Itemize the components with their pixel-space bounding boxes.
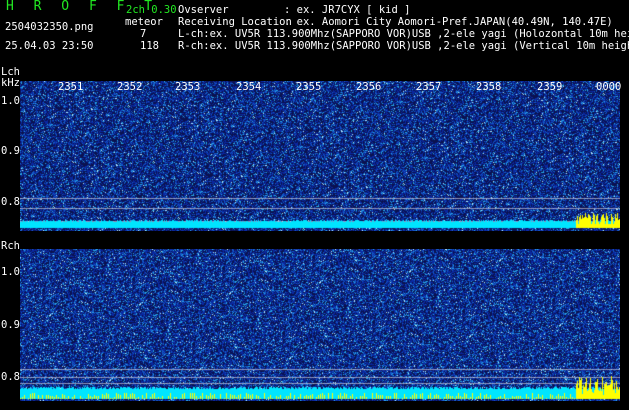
time-tick: 2351: [58, 81, 84, 93]
time-tick: 0000: [596, 81, 622, 93]
location-value: : ex. Aomori City Aomori-Pref.JAPAN(40.4…: [284, 16, 613, 28]
rch-description: R-ch:ex. UV5R 113.900Mhz(SAPPORO VOR)USB…: [178, 40, 629, 52]
rch-ytick-0-9: 0.9: [1, 319, 20, 331]
location-label: Receiving Location: [178, 16, 292, 28]
time-tick: 2352: [117, 81, 143, 93]
observer-value: : ex. JR7CYX [ kid ]: [284, 4, 411, 16]
rch-ytick-0-8: 0.8: [1, 371, 20, 383]
meteor-count-rch: 118: [140, 40, 159, 52]
meteor-count-lch: 7: [140, 28, 147, 40]
observer-label: Ovserver: [178, 4, 229, 16]
time-tick: 2356: [356, 81, 382, 93]
lch-ytick-1-0: 1.0: [1, 95, 20, 107]
meteor-label: meteor: [125, 16, 163, 28]
time-tick: 2355: [296, 81, 322, 93]
time-tick: 2353: [175, 81, 201, 93]
datetime-label: 25.04.03 23:50: [5, 40, 94, 52]
time-tick: 2358: [476, 81, 502, 93]
lch-ytick-0-8: 0.8: [1, 196, 20, 208]
lch-description: L-ch:ex. UV5R 113.900Mhz(SAPPORO VOR)USB…: [178, 28, 629, 40]
rch-spectrogram: [20, 249, 620, 401]
lch-spectrogram: [20, 81, 620, 231]
lch-ytick-0-9: 0.9: [1, 145, 20, 157]
rch-channel-label: Rch: [1, 240, 20, 252]
rch-ytick-1-0: 1.0: [1, 266, 20, 278]
time-tick: 2359: [537, 81, 563, 93]
filename-label: 2504032350.png: [5, 21, 94, 33]
mode-label: 2ch 0.30: [126, 4, 177, 16]
time-tick: 2354: [236, 81, 262, 93]
lch-unit-label: kHz: [1, 77, 20, 89]
time-tick: 2357: [416, 81, 442, 93]
